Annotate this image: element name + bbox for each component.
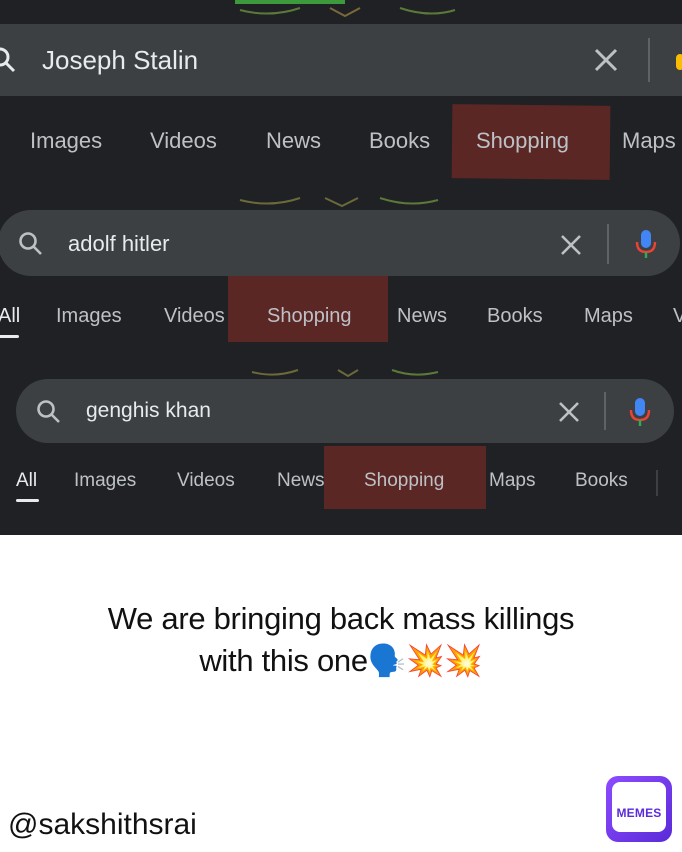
tab-images[interactable]: Images — [56, 305, 122, 328]
search-panel-hitler: adolf hitler All Images Videos Shopping … — [0, 184, 682, 354]
close-icon[interactable] — [594, 48, 618, 77]
tab-images[interactable]: Images — [74, 470, 136, 492]
tab-all[interactable]: All — [16, 470, 37, 492]
close-icon[interactable] — [560, 234, 582, 261]
tab-all[interactable]: All — [0, 305, 20, 328]
tab-videos[interactable]: Videos — [177, 470, 235, 492]
mic-icon[interactable] — [628, 396, 652, 433]
tab-news[interactable]: News — [397, 305, 447, 328]
active-tab-indicator — [0, 335, 19, 338]
search-query[interactable]: Joseph Stalin — [42, 45, 198, 76]
search-panel-genghis: genghis khan All Images Videos News Shop… — [0, 354, 682, 535]
search-icon[interactable] — [36, 399, 62, 430]
tab-more[interactable]: V — [673, 305, 682, 328]
tab-maps[interactable]: Maps — [584, 305, 633, 328]
divider — [656, 470, 658, 496]
tab-videos[interactable]: Videos — [150, 128, 217, 154]
doodle-decoration — [0, 0, 682, 18]
tab-books[interactable]: Books — [487, 305, 543, 328]
memes-logo-text: MEMES — [616, 806, 662, 820]
tab-shopping[interactable]: Shopping — [364, 470, 444, 492]
search-query[interactable]: genghis khan — [86, 399, 211, 423]
tab-shopping[interactable]: Shopping — [476, 128, 569, 154]
mic-icon[interactable] — [674, 52, 682, 77]
divider — [604, 392, 606, 430]
mic-icon[interactable] — [634, 228, 658, 265]
search-icon[interactable] — [18, 231, 44, 262]
memes-logo: MEMES — [606, 776, 672, 842]
active-tab-indicator — [16, 499, 39, 502]
tab-shopping[interactable]: Shopping — [267, 305, 352, 328]
tab-maps[interactable]: Maps — [489, 470, 535, 492]
tab-news[interactable]: News — [277, 470, 325, 492]
doodle-decoration — [0, 364, 682, 378]
tab-books[interactable]: Books — [369, 128, 430, 154]
tab-videos[interactable]: Videos — [164, 305, 225, 328]
caption-line-2: with this one🗣️💥💥 — [199, 643, 483, 678]
caption-line-1: We are bringing back mass killings — [107, 601, 575, 636]
divider — [648, 38, 650, 82]
tab-maps[interactable]: Maps — [622, 128, 676, 154]
watermark-handle: @sakshithsrai — [8, 808, 197, 841]
doodle-decoration — [0, 192, 682, 208]
search-panel-stalin: Joseph Stalin Images Videos News Books S… — [0, 0, 682, 184]
tab-books[interactable]: Books — [575, 470, 628, 492]
tab-images[interactable]: Images — [30, 128, 102, 154]
divider — [607, 224, 609, 264]
search-query[interactable]: adolf hitler — [68, 231, 170, 257]
search-icon[interactable] — [0, 47, 18, 78]
tab-news[interactable]: News — [266, 128, 321, 154]
close-icon[interactable] — [558, 401, 580, 428]
meme-caption: We are bringing back mass killings with … — [0, 598, 682, 682]
